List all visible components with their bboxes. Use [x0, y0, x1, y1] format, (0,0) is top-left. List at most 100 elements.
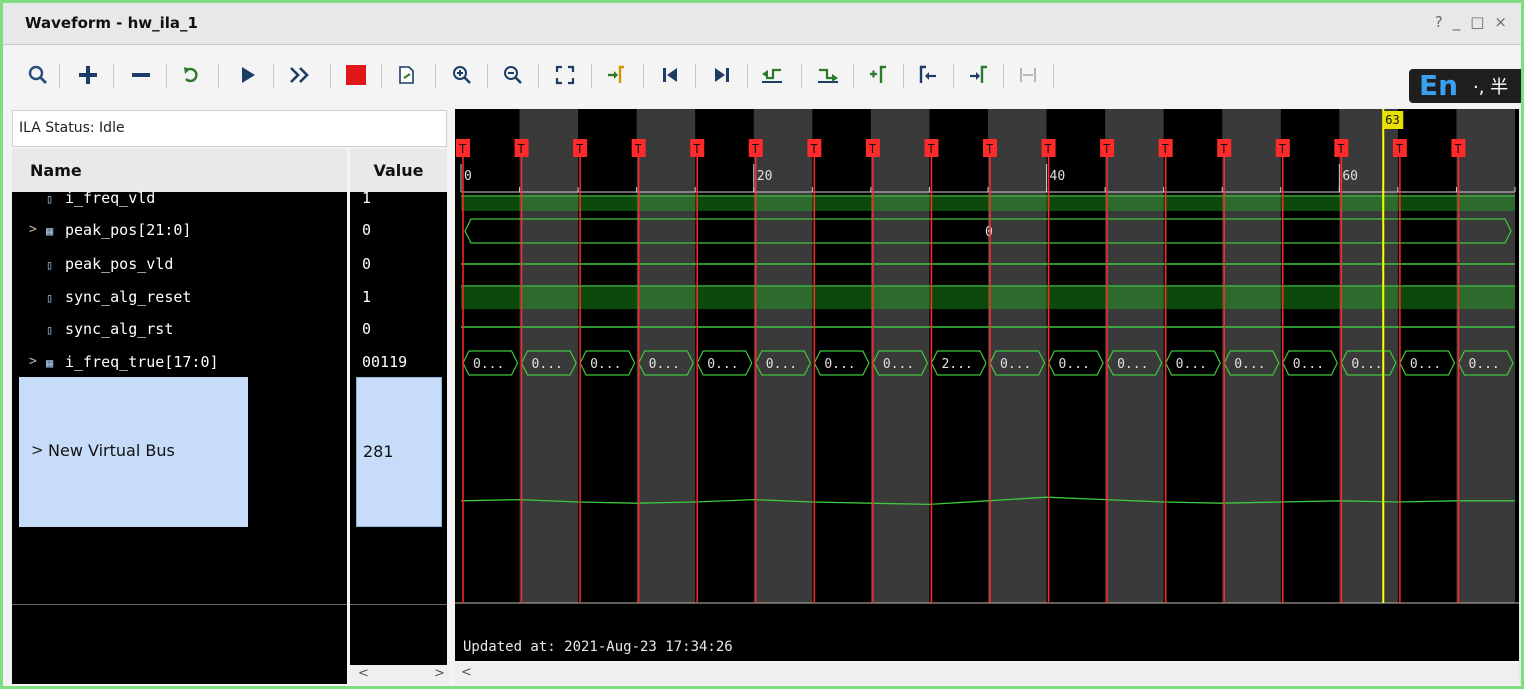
signal-value: 00119	[362, 353, 408, 371]
signal-high-level	[1339, 195, 1398, 211]
trigger-label: T	[1220, 142, 1227, 156]
cursor-label: 63	[1385, 113, 1399, 127]
add-marker-icon[interactable]	[865, 62, 891, 88]
next-transition-icon[interactable]	[815, 62, 841, 88]
signal-high-level	[1222, 285, 1281, 309]
scroll-right-icon[interactable]: >	[434, 666, 445, 681]
signal-high-level	[519, 195, 579, 211]
search-icon[interactable]	[25, 62, 51, 88]
maximize-button[interactable]: □	[1470, 13, 1494, 31]
ime-indicator[interactable]: En ·, 半	[1409, 69, 1521, 103]
signal-high-level	[1163, 195, 1223, 211]
time-band	[1222, 109, 1281, 603]
time-band	[870, 109, 930, 603]
bit-signal-icon: ▯	[46, 192, 54, 206]
ruler-label: 0	[464, 169, 472, 184]
bus-signal-icon: ▦	[46, 356, 54, 370]
bus-value-label: 0...	[766, 357, 797, 372]
signal-row[interactable]: ▯ i_freq_vld	[12, 182, 347, 214]
signal-high-level	[1105, 195, 1164, 211]
scroll-left-icon[interactable]: <	[358, 666, 369, 681]
signal-high-level	[578, 195, 637, 211]
zoom-fit-icon[interactable]	[552, 62, 578, 88]
time-band	[519, 109, 579, 603]
trigger-label: T	[635, 142, 642, 156]
time-band	[988, 109, 1047, 603]
expand-arrow-icon[interactable]: >	[29, 346, 37, 378]
signal-high-level	[1456, 285, 1515, 309]
time-band	[1105, 109, 1164, 603]
trigger-label: T	[810, 142, 817, 156]
signal-high-level	[1280, 195, 1340, 211]
signal-name: sync_alg_reset	[65, 288, 192, 306]
fast-forward-icon[interactable]	[287, 62, 313, 88]
signal-high-level	[1222, 195, 1281, 211]
scroll-left-icon[interactable]: <	[461, 665, 472, 680]
signal-row[interactable]: ▯ sync_alg_reset	[12, 281, 347, 313]
signal-row[interactable]: > ▦ i_freq_true[17:0]	[12, 346, 347, 378]
bus-value-label: 0...	[883, 357, 914, 372]
expand-arrow-icon[interactable]: >	[31, 441, 44, 459]
ime-language: En	[1419, 69, 1459, 102]
signal-high-level	[636, 195, 696, 211]
help-button[interactable]: ?	[1435, 13, 1453, 31]
signal-high-level	[461, 285, 520, 309]
trigger-label: T	[986, 142, 993, 156]
waveform-canvas[interactable]: 0 20 40 60 0 0... 0... 0... 0... 0... 0... 0... 0...…	[455, 109, 1519, 661]
signal-high-level	[929, 285, 988, 309]
trigger-label: T	[1337, 142, 1344, 156]
signal-high-level	[812, 285, 871, 309]
expand-arrow-icon[interactable]: >	[29, 214, 37, 246]
waveform-scrollbar[interactable]: <	[455, 663, 1519, 684]
bus-value-label: 0...	[1468, 357, 1499, 372]
go-to-start-icon[interactable]	[657, 62, 683, 88]
name-scrollbar[interactable]: < >	[350, 665, 450, 684]
ime-mode: ·, 半	[1473, 77, 1509, 98]
remove-icon[interactable]	[128, 62, 154, 88]
time-band	[636, 109, 696, 603]
refresh-icon[interactable]	[178, 62, 204, 88]
signal-high-level	[1046, 195, 1106, 211]
trigger-label: T	[1162, 142, 1169, 156]
trigger-label: T	[752, 142, 759, 156]
bus-value-label: 0...	[1176, 357, 1207, 372]
signal-high-level	[988, 195, 1047, 211]
zoom-out-icon[interactable]	[500, 62, 526, 88]
ila-status: ILA Status: Idle	[12, 110, 447, 147]
previous-marker-icon[interactable]	[915, 62, 941, 88]
stop-icon[interactable]	[343, 62, 369, 88]
minimize-button[interactable]: _	[1453, 13, 1471, 31]
next-marker-icon[interactable]	[965, 62, 991, 88]
zoom-in-icon[interactable]	[449, 62, 475, 88]
signal-row[interactable]: ▯ sync_alg_rst	[12, 313, 347, 345]
signal-high-level	[812, 195, 871, 211]
signal-high-level	[1397, 285, 1457, 309]
bus-value-label: 0...	[707, 357, 738, 372]
signal-row[interactable]: > ▦ peak_pos[21:0]	[12, 214, 347, 246]
go-to-end-icon[interactable]	[709, 62, 735, 88]
bus-value-label: 0...	[1000, 357, 1031, 372]
signal-high-level	[578, 285, 637, 309]
swap-cursors-icon[interactable]	[1015, 62, 1041, 88]
waveform-svg[interactable]: 0 20 40 60 0 0... 0... 0... 0... 0... 0... 0... 0...…	[455, 109, 1519, 661]
previous-transition-icon[interactable]	[759, 62, 785, 88]
trigger-label: T	[927, 142, 934, 156]
export-icon[interactable]	[393, 62, 419, 88]
vertical-scrollbar[interactable]	[1519, 109, 1521, 684]
signal-high-level	[636, 285, 696, 309]
ruler-label: 60	[1342, 169, 1358, 184]
add-icon[interactable]	[75, 62, 101, 88]
divider	[12, 604, 347, 605]
close-button[interactable]: ×	[1494, 13, 1517, 31]
signal-name-column: Name ▯ i_freq_vld > ▦ peak_pos[21:0] ▯ peak_po…	[12, 149, 347, 684]
play-icon[interactable]	[235, 62, 261, 88]
virtual-bus-value-cell[interactable]: 281	[356, 377, 442, 527]
window-controls: ?_□×	[1435, 13, 1517, 31]
signal-high-level	[988, 285, 1047, 309]
signal-row[interactable]: ▯ peak_pos_vld	[12, 248, 347, 280]
go-to-cursor-icon[interactable]	[603, 62, 629, 88]
signal-high-level	[753, 285, 813, 309]
waveform-window: Waveform - hw_ila_1 ?_□× En ·, 半 ILA Sta…	[0, 0, 1524, 689]
virtual-bus-row[interactable]: > New Virtual Bus	[19, 377, 248, 527]
bus-value-label: 0...	[1059, 357, 1090, 372]
